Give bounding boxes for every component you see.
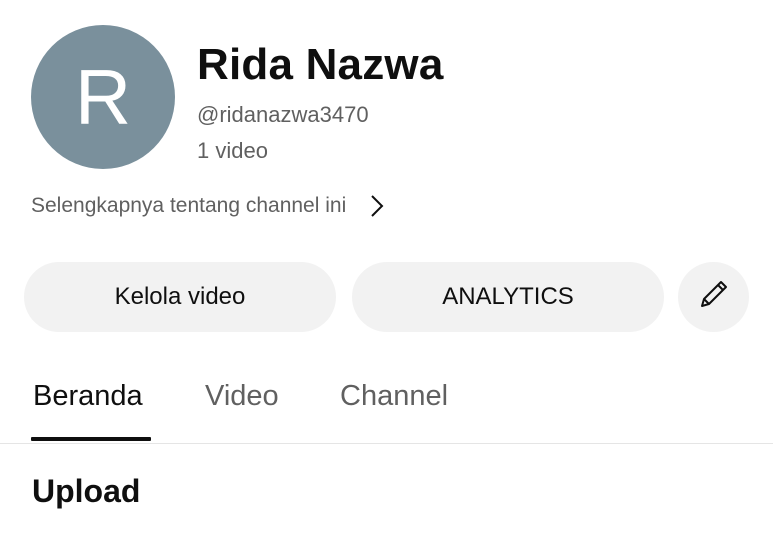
chevron-right-icon [364,193,390,219]
analytics-label: ANALYTICS [442,283,574,310]
edit-channel-button[interactable] [678,262,749,332]
manage-videos-label: Kelola video [114,283,246,310]
tab-home[interactable]: Beranda [33,380,143,413]
avatar[interactable]: R [31,25,175,169]
upload-section-title: Upload [32,473,141,509]
about-channel-link[interactable]: Selengkapnya tentang channel ini [31,193,390,219]
video-count: 1 video [197,138,268,163]
analytics-button[interactable]: ANALYTICS [352,262,664,332]
avatar-letter: R [74,52,132,141]
active-tab-indicator [31,437,151,441]
channel-name: Rida Nazwa [197,40,444,89]
channel-header: R Rida Nazwa @ridanazwa3470 1 video [31,25,444,169]
channel-page: R Rida Nazwa @ridanazwa3470 1 video Sele… [0,0,773,535]
tab-channel[interactable]: Channel [340,380,448,413]
tab-videos[interactable]: Video [205,380,279,413]
channel-handle: @ridanazwa3470 [197,102,369,127]
manage-videos-button[interactable]: Kelola video [24,262,336,332]
pencil-icon [695,275,733,320]
channel-meta: Rida Nazwa @ridanazwa3470 1 video [197,39,444,165]
about-channel-label: Selengkapnya tentang channel ini [31,194,347,217]
channel-tabs: Beranda Video Channel [0,360,773,444]
